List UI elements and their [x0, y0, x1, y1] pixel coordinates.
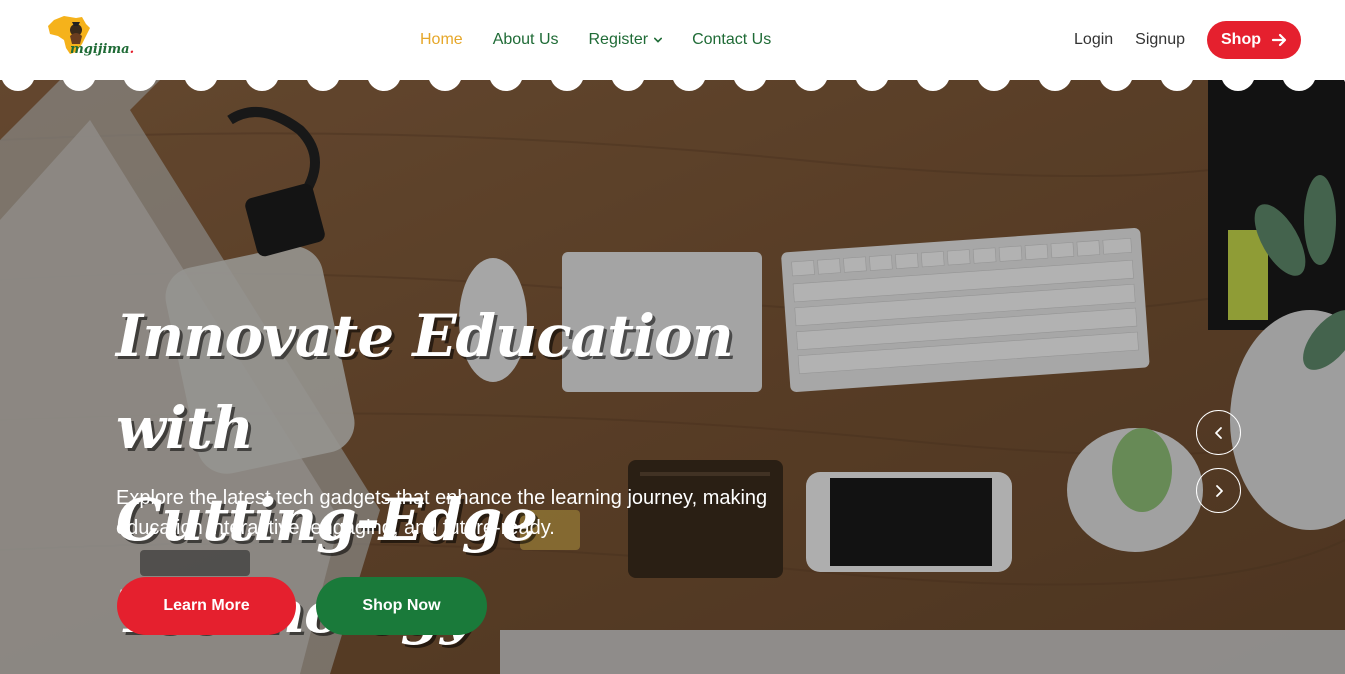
hero-banner: Innovate Education with Cutting-Edge Tec… — [0, 80, 1345, 674]
shop-now-button[interactable]: Shop Now — [316, 577, 487, 635]
hero-headline-line1: Innovate Education with — [116, 302, 734, 462]
hero-subtext-line2: education interactive, engaging, and fut… — [116, 517, 555, 539]
learn-more-button[interactable]: Learn More — [117, 577, 296, 635]
nav-register-label: Register — [588, 31, 649, 48]
login-link[interactable]: Login — [1074, 31, 1113, 49]
carousel-prev-button[interactable] — [1196, 410, 1241, 455]
arrow-right-icon — [1271, 33, 1287, 47]
chevron-down-icon — [654, 37, 663, 43]
signup-link[interactable]: Signup — [1135, 31, 1185, 49]
logo[interactable]: mgijima. — [46, 14, 156, 66]
scalloped-divider — [1, 70, 1345, 91]
main-nav: Home About Us Register Contact Us — [420, 0, 771, 80]
nav-contact-us[interactable]: Contact Us — [692, 31, 771, 49]
chevron-left-icon — [1214, 426, 1222, 439]
carousel-next-button[interactable] — [1196, 468, 1241, 513]
nav-about-us[interactable]: About Us — [493, 31, 559, 49]
hero-subtext-line1: Explore the latest tech gadgets that enh… — [116, 487, 768, 509]
shop-button[interactable]: Shop — [1207, 21, 1301, 59]
hero-subtext: Explore the latest tech gadgets that enh… — [116, 483, 796, 543]
chevron-right-icon — [1215, 484, 1223, 497]
nav-home[interactable]: Home — [420, 31, 463, 49]
logo-text: mgijima. — [70, 42, 135, 57]
africa-logo-icon — [48, 16, 90, 54]
nav-register[interactable]: Register — [589, 31, 663, 49]
shop-button-label: Shop — [1221, 31, 1261, 48]
site-header: mgijima. Home About Us Register Contact … — [0, 0, 1345, 80]
auth-area: Login Signup Shop — [1074, 0, 1301, 80]
